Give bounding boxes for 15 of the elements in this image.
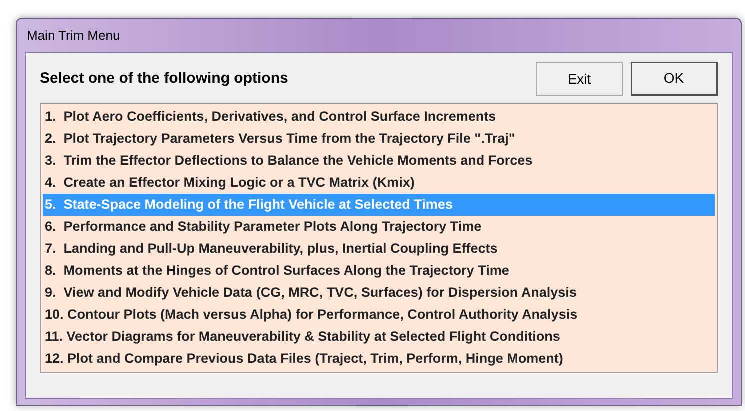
list-item[interactable]: 8. Moments at the Hinges of Control Surfaces Along the Trajectory Time (43, 260, 715, 282)
window-title: Main Trim Menu (27, 26, 120, 45)
list-item[interactable]: 7. Landing and Pull-Up Maneuverability, plus, Inertial Coupling Effects (43, 238, 715, 260)
list-item[interactable]: 1. Plot Aero Coefficients, Derivatives, and Control Surface Increments (43, 106, 715, 128)
list-item[interactable]: 3. Trim the Effector Deflections to Balance the Vehicle Moments and Forces (43, 150, 715, 172)
list-item[interactable]: 12. Plot and Compare Previous Data Files (Traject, Trim, Perform, Hinge Moment) (43, 348, 715, 370)
list-item[interactable]: 2. Plot Trajectory Parameters Versus Time from the Trajectory File ".Traj" (43, 128, 715, 150)
list-item[interactable]: 6. Performance and Stability Parameter Plots Along Trajectory Time (43, 216, 715, 238)
dialog-button[interactable]: OK (631, 62, 718, 96)
heading: Select one of the following options (40, 68, 288, 89)
list-item[interactable]: 4. Create an Effector Mixing Logic or a TVC Matrix (Kmix) (43, 172, 715, 194)
list-item[interactable]: 10. Contour Plots (Mach versus Alpha) for Performance, Control Authority Analysis (43, 304, 715, 326)
list-item[interactable]: 11. Vector Diagrams for Maneuverability & Stability at Selected Flight Conditions (43, 326, 715, 348)
dialog-button[interactable]: Exit (536, 62, 623, 96)
list-item[interactable]: 9. View and Modify Vehicle Data (CG, MRC, TVC, Surfaces) for Dispersion Analysis (43, 282, 715, 304)
